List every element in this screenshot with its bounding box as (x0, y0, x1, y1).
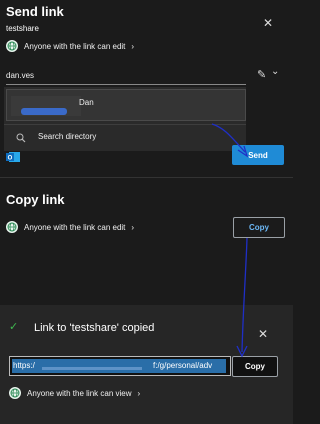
annotation-arrows (211, 123, 249, 358)
